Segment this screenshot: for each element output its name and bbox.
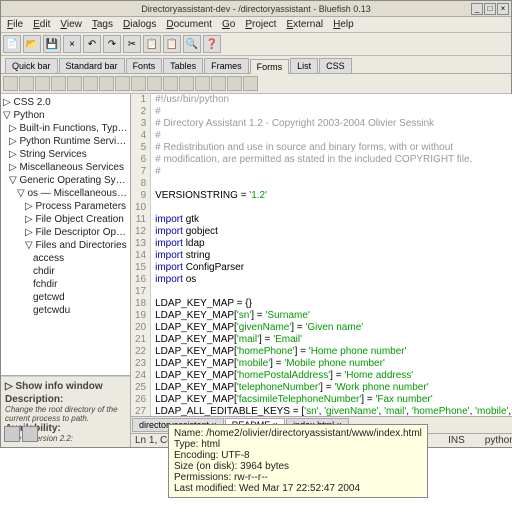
- toolbar-btn-5[interactable]: ↷: [103, 35, 121, 53]
- menu-help[interactable]: Help: [333, 19, 354, 30]
- sec-btn-14[interactable]: [227, 76, 242, 91]
- tree-item[interactable]: getcwd: [3, 291, 128, 304]
- sec-btn-13[interactable]: [211, 76, 226, 91]
- tree-item[interactable]: ▽ Files and Directories: [3, 239, 128, 252]
- toolbar-btn-3[interactable]: ×: [63, 35, 81, 53]
- tree-item[interactable]: ▷ String Services: [3, 148, 128, 161]
- minimize-button[interactable]: _: [471, 3, 483, 15]
- window-title: Directoryassistant-dev - /directoryassis…: [141, 4, 371, 14]
- status-lang: python, UTF-8: [485, 435, 512, 446]
- menu-project[interactable]: Project: [245, 19, 276, 30]
- sec-btn-10[interactable]: [163, 76, 178, 91]
- view-tab-frames[interactable]: Frames: [204, 58, 249, 73]
- sec-btn-8[interactable]: [131, 76, 146, 91]
- main-toolbar: 📄📂💾×↶↷✂📋📋🔍❓: [1, 33, 511, 56]
- menu-tags[interactable]: Tags: [92, 19, 113, 30]
- tree-item[interactable]: ▽ Generic Operating System Service: [3, 174, 128, 187]
- toolbar-btn-7[interactable]: 📋: [143, 35, 161, 53]
- view-tab-list[interactable]: List: [290, 58, 318, 73]
- tree-item[interactable]: ▷ Built-in Functions, Types, and Exc: [3, 122, 128, 135]
- sec-btn-0[interactable]: [3, 76, 18, 91]
- menu-external[interactable]: External: [286, 19, 323, 30]
- close-button[interactable]: ×: [497, 3, 509, 15]
- view-tab-quick-bar[interactable]: Quick bar: [5, 58, 58, 73]
- toolbar-btn-9[interactable]: 🔍: [183, 35, 201, 53]
- tree-item[interactable]: ▽ Python: [3, 109, 128, 122]
- code-editor[interactable]: 1234567891011121314151617181920212223242…: [131, 94, 512, 416]
- view-tab-css[interactable]: CSS: [319, 58, 352, 73]
- tooltip-name: Name: /home2/olivier/directoryassistant/…: [174, 428, 422, 439]
- tooltip-size: Size (on disk): 3964 bytes: [174, 461, 422, 472]
- toolbar-btn-6[interactable]: ✂: [123, 35, 141, 53]
- sec-btn-11[interactable]: [179, 76, 194, 91]
- tree-item[interactable]: access: [3, 252, 128, 265]
- tooltip-type: Type: html: [174, 439, 422, 450]
- toolbar-btn-8[interactable]: 📋: [163, 35, 181, 53]
- tree-item[interactable]: ▷ Python Runtime Services: [3, 135, 128, 148]
- file-tooltip: Name: /home2/olivier/directoryassistant/…: [168, 424, 428, 498]
- tree-item[interactable]: ▽ os — Miscellaneous operating s: [3, 187, 128, 200]
- tree-item[interactable]: ▷ File Object Creation: [3, 213, 128, 226]
- tree-item[interactable]: chdir: [3, 265, 128, 278]
- menu-document[interactable]: Document: [166, 19, 212, 30]
- source-text[interactable]: #!/usr/bin/python## Directory Assistant …: [151, 94, 512, 416]
- tree-item[interactable]: fchdir: [3, 278, 128, 291]
- sec-btn-3[interactable]: [51, 76, 66, 91]
- tree-item[interactable]: ▷ Miscellaneous Services: [3, 161, 128, 174]
- menu-file[interactable]: File: [7, 19, 23, 30]
- tree-item[interactable]: ▷ CSS 2.0: [3, 96, 128, 109]
- sec-btn-7[interactable]: [115, 76, 130, 91]
- sec-btn-9[interactable]: [147, 76, 162, 91]
- tree-item[interactable]: getcwdu: [3, 304, 128, 317]
- status-ins: INS: [448, 435, 465, 446]
- menu-view[interactable]: View: [60, 19, 82, 30]
- info-desc: Change the root directory of the current…: [5, 405, 126, 423]
- toolbar-btn-1[interactable]: 📂: [23, 35, 41, 53]
- tooltip-enc: Encoding: UTF-8: [174, 450, 422, 461]
- view-tab-fonts[interactable]: Fonts: [126, 58, 163, 73]
- corner-btn-1[interactable]: [4, 426, 20, 442]
- sec-btn-12[interactable]: [195, 76, 210, 91]
- view-tabs: Quick barStandard barFontsTablesFramesFo…: [1, 56, 511, 74]
- sec-btn-2[interactable]: [35, 76, 50, 91]
- menubar: File Edit View Tags Dialogs Document Go Project…: [1, 17, 511, 33]
- view-tab-forms[interactable]: Forms: [250, 59, 290, 74]
- reference-tree[interactable]: ▷ CSS 2.0▽ Python▷ Built-in Functions, T…: [1, 94, 130, 376]
- maximize-button[interactable]: □: [484, 3, 496, 15]
- menu-dialogs[interactable]: Dialogs: [123, 19, 156, 30]
- toolbar-btn-4[interactable]: ↶: [83, 35, 101, 53]
- info-title: Show info window: [15, 381, 102, 392]
- toolbar-btn-0[interactable]: 📄: [3, 35, 21, 53]
- sec-btn-15[interactable]: [243, 76, 258, 91]
- view-tab-standard-bar[interactable]: Standard bar: [59, 58, 125, 73]
- sec-btn-6[interactable]: [99, 76, 114, 91]
- sec-btn-5[interactable]: [83, 76, 98, 91]
- tree-item[interactable]: ▷ Process Parameters: [3, 200, 128, 213]
- tooltip-perm: Permissions: rw-r--r--: [174, 472, 422, 483]
- line-gutter: 1234567891011121314151617181920212223242…: [131, 94, 151, 416]
- view-tab-tables[interactable]: Tables: [163, 58, 203, 73]
- titlebar: Directoryassistant-dev - /directoryassis…: [1, 1, 511, 17]
- sec-btn-1[interactable]: [19, 76, 34, 91]
- corner-btn-2[interactable]: [22, 426, 38, 442]
- sec-btn-4[interactable]: [67, 76, 82, 91]
- corner-buttons: [4, 426, 38, 442]
- secondary-toolbar: [1, 74, 511, 94]
- tooltip-mod: Last modified: Wed Mar 17 22:52:47 2004: [174, 483, 422, 494]
- menu-edit[interactable]: Edit: [33, 19, 50, 30]
- info-desc-label: Description:: [5, 394, 63, 405]
- menu-go[interactable]: Go: [222, 19, 235, 30]
- tree-item[interactable]: ▷ File Descriptor Operations: [3, 226, 128, 239]
- toolbar-btn-10[interactable]: ❓: [203, 35, 221, 53]
- toolbar-btn-2[interactable]: 💾: [43, 35, 61, 53]
